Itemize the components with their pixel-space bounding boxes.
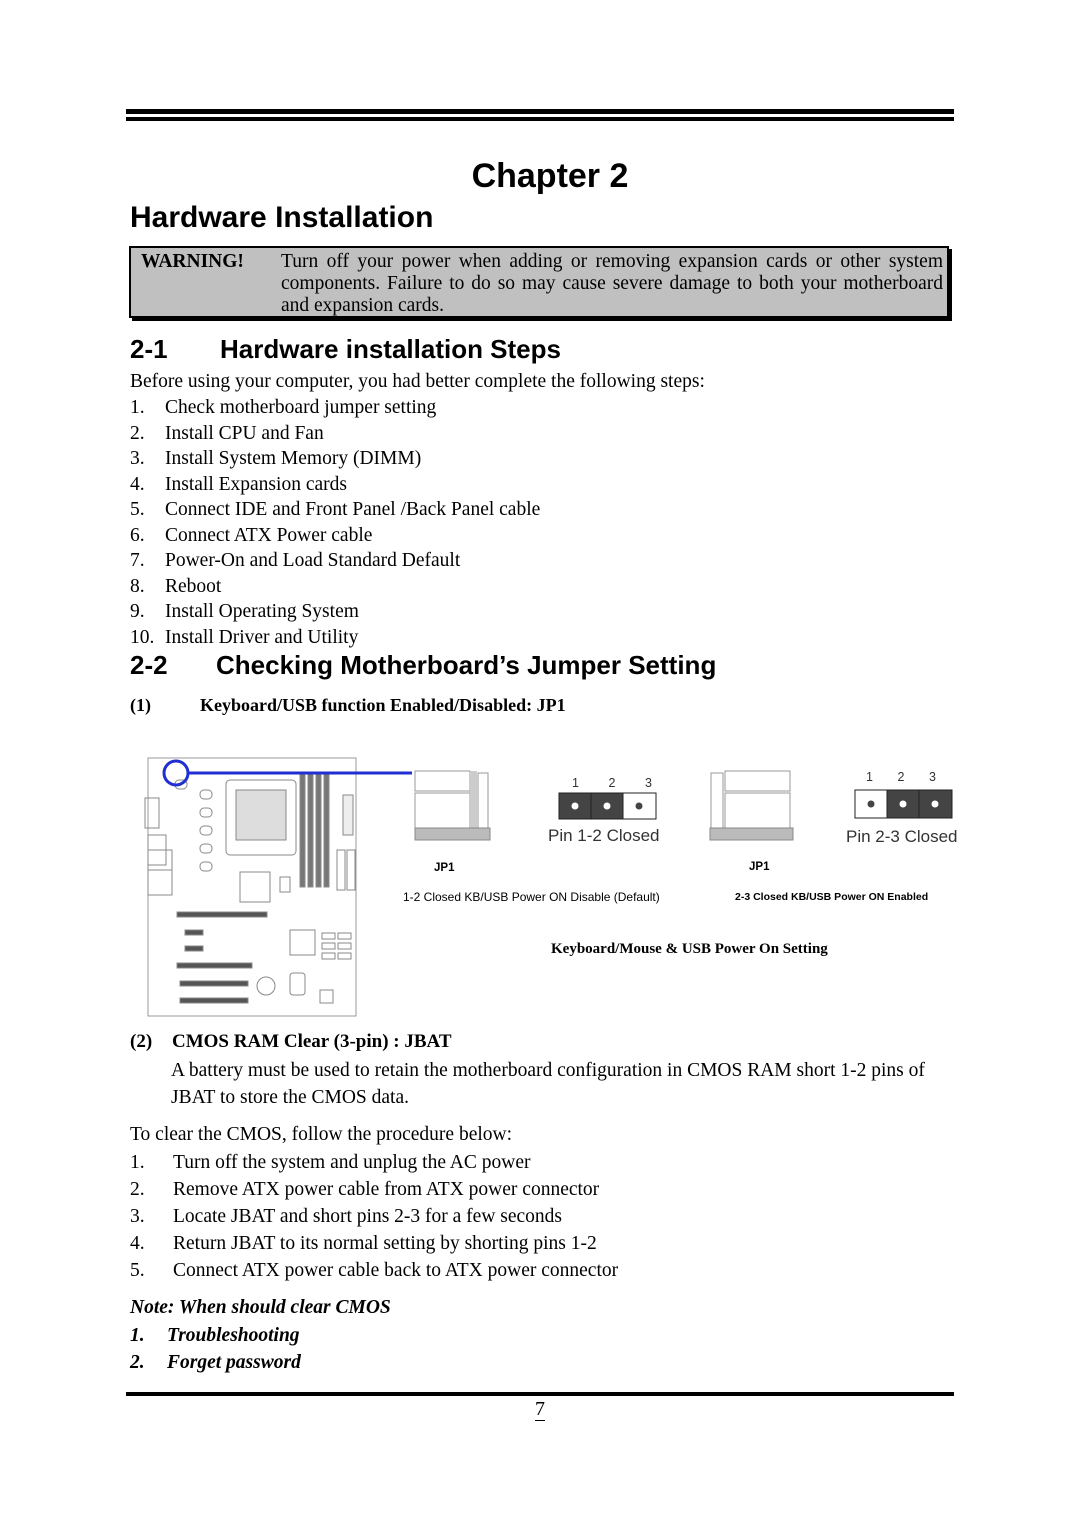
- jbat-description: A battery must be used to retain the mot…: [171, 1060, 925, 1108]
- section-2-1-heading: 2-1 Hardware installation Steps: [130, 334, 561, 365]
- jumper-caption-left: 1-2 Closed KB/USB Power ON Disable (Defa…: [403, 890, 660, 904]
- bottom-rule: [126, 1392, 954, 1396]
- pin-state-label-right: Pin 2-3 Closed: [846, 827, 958, 846]
- section-2-2-heading: 2-2 Checking Motherboard’s Jumper Setting: [130, 650, 716, 681]
- list-item: 7. Power-On and Load Standard Default: [130, 550, 461, 571]
- note-title: Note: When should clear CMOS: [130, 1297, 391, 1318]
- jumper-caption-right: 2-3 Closed KB/USB Power ON Enabled: [735, 891, 929, 903]
- section-2-1-intro: Before using your computer, you had bett…: [130, 371, 705, 392]
- jumper-label-left: JP1: [434, 862, 455, 874]
- list-item: 5. Connect ATX power cable back to ATX po…: [130, 1260, 619, 1281]
- warning-text: Turn off your power when adding or remov…: [281, 251, 943, 316]
- jbat-subheading: (2) CMOS RAM Clear (3-pin) : JBAT: [130, 1031, 452, 1052]
- jumper-cap-illustration-right: [709, 770, 794, 841]
- chapter-title: Chapter 2: [471, 157, 629, 195]
- list-item: 5. Connect IDE and Front Panel /Back Pane…: [130, 499, 541, 520]
- section-number: 2-2: [130, 650, 168, 680]
- section-title: Hardware installation Steps: [220, 334, 561, 364]
- page-number: 7: [535, 1398, 545, 1421]
- list-item: 3. Locate JBAT and short pins 2-3 for a f…: [130, 1206, 563, 1227]
- pin-numbers-right: 123: [866, 770, 936, 784]
- list-item: 9. Install Operating System: [130, 601, 359, 622]
- cmos-procedure-list: 1. Turn off the system and unplug the AC …: [130, 1149, 618, 1284]
- figure-caption: Keyboard/Mouse & USB Power On Setting: [551, 941, 828, 957]
- pin-header-left: [558, 792, 657, 820]
- list-item: 2. Install CPU and Fan: [130, 422, 324, 444]
- list-item: 4. Install Expansion cards: [130, 473, 347, 495]
- section-title: Checking Motherboard’s Jumper Setting: [216, 650, 717, 680]
- installation-steps-list: 1. Check motherboard jumper setting 2. Ins…: [130, 395, 540, 650]
- pin-header-right: [854, 789, 953, 819]
- jumper-cap-illustration-left: [414, 770, 491, 841]
- note-item: 2. Forget password: [130, 1352, 301, 1373]
- top-rule: [126, 109, 954, 114]
- warning-label: WARNING!: [141, 251, 244, 272]
- list-item: 8. Reboot: [130, 575, 222, 597]
- warning-box: WARNING! Turn off your power when adding…: [129, 246, 949, 318]
- jp1-subheading: (1) Keyboard/USB function Enabled/Disable…: [130, 695, 566, 715]
- cmos-procedure-intro: To clear the CMOS, follow the procedure …: [130, 1124, 513, 1145]
- list-item: 3. Install System Memory (DIMM): [130, 448, 422, 469]
- page-title: Hardware Installation: [130, 201, 434, 234]
- note-item: 1. Troubleshooting: [130, 1325, 300, 1346]
- jumper-label-right: JP1: [749, 861, 770, 873]
- list-item: 2. Remove ATX power cable from ATX power …: [130, 1179, 600, 1200]
- list-item: 1. Turn off the system and unplug the AC …: [130, 1152, 531, 1173]
- top-rule-secondary: [126, 117, 954, 121]
- section-number: 2-1: [130, 334, 168, 364]
- pin-state-label-left: Pin 1-2 Closed: [548, 826, 660, 845]
- list-item: 10. Install Driver and Utility: [130, 626, 359, 648]
- list-item: 4. Return JBAT to its normal setting by s…: [130, 1233, 597, 1254]
- pin-numbers-left: 123: [572, 776, 652, 790]
- motherboard-diagram: [144, 757, 412, 1017]
- list-item: 6. Connect ATX Power cable: [130, 524, 373, 546]
- list-item: 1. Check motherboard jumper setting: [130, 397, 437, 418]
